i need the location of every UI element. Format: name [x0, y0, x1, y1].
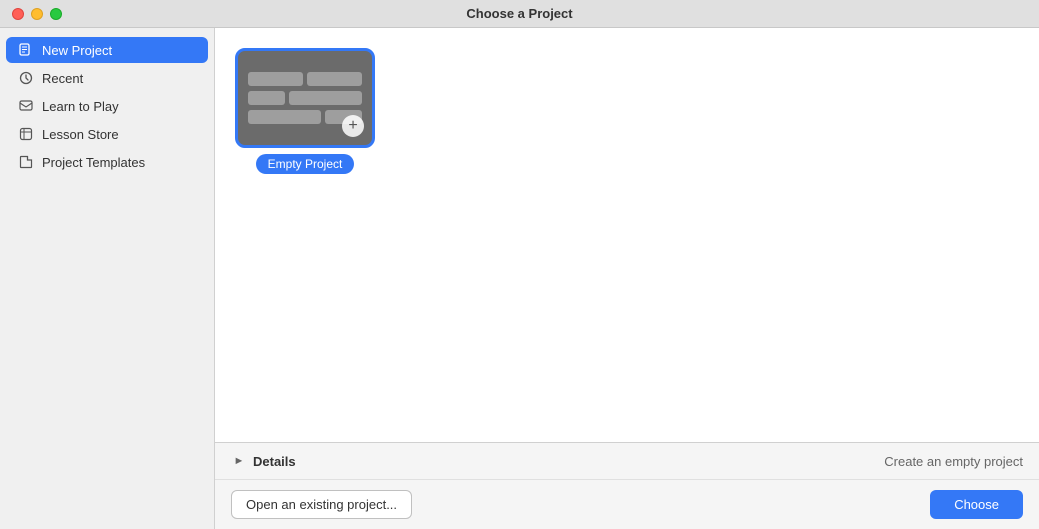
- track-block: [248, 110, 321, 124]
- sidebar-learn-label: Learn to Play: [42, 99, 119, 114]
- details-row: ► Details Create an empty project: [215, 443, 1039, 480]
- main-container: New Project Recent Learn to Play: [0, 28, 1039, 529]
- maximize-button[interactable]: [50, 8, 62, 20]
- track-block: [307, 72, 362, 86]
- sidebar-new-project-label: New Project: [42, 43, 112, 58]
- choose-button[interactable]: Choose: [930, 490, 1023, 519]
- sidebar-item-learn-to-play[interactable]: Learn to Play: [6, 93, 208, 119]
- project-label: Empty Project: [256, 154, 355, 174]
- learn-to-play-icon: [18, 98, 34, 114]
- plus-badge: +: [342, 115, 364, 137]
- window-title: Choose a Project: [466, 6, 572, 21]
- track-row-1: [248, 72, 362, 86]
- details-description: Create an empty project: [884, 454, 1023, 469]
- project-templates-icon: [18, 154, 34, 170]
- sidebar-item-project-templates[interactable]: Project Templates: [6, 149, 208, 175]
- minimize-button[interactable]: [31, 8, 43, 20]
- sidebar-recent-label: Recent: [42, 71, 83, 86]
- actions-row: Open an existing project... Choose: [215, 480, 1039, 529]
- chevron-right-icon: ►: [231, 453, 247, 469]
- track-row-2: [248, 91, 362, 105]
- empty-project-card[interactable]: + Empty Project: [235, 48, 375, 174]
- bottom-bar: ► Details Create an empty project Open a…: [215, 442, 1039, 529]
- track-block: [289, 91, 362, 105]
- details-label: Details: [253, 454, 296, 469]
- sidebar-item-new-project[interactable]: New Project: [6, 37, 208, 63]
- traffic-lights: [12, 8, 62, 20]
- titlebar: Choose a Project: [0, 0, 1039, 28]
- content-area: + Empty Project ► Details Create an empt…: [215, 28, 1039, 529]
- lesson-store-icon: [18, 126, 34, 142]
- sidebar-item-lesson-store[interactable]: Lesson Store: [6, 121, 208, 147]
- recent-icon: [18, 70, 34, 86]
- track-block: [248, 91, 285, 105]
- track-block: [248, 72, 303, 86]
- sidebar: New Project Recent Learn to Play: [0, 28, 215, 529]
- new-project-icon: [18, 42, 34, 58]
- project-thumbnail: +: [235, 48, 375, 148]
- sidebar-project-templates-label: Project Templates: [42, 155, 145, 170]
- projects-grid: + Empty Project: [215, 28, 1039, 442]
- open-existing-button[interactable]: Open an existing project...: [231, 490, 412, 519]
- close-button[interactable]: [12, 8, 24, 20]
- sidebar-item-recent[interactable]: Recent: [6, 65, 208, 91]
- sidebar-lesson-store-label: Lesson Store: [42, 127, 119, 142]
